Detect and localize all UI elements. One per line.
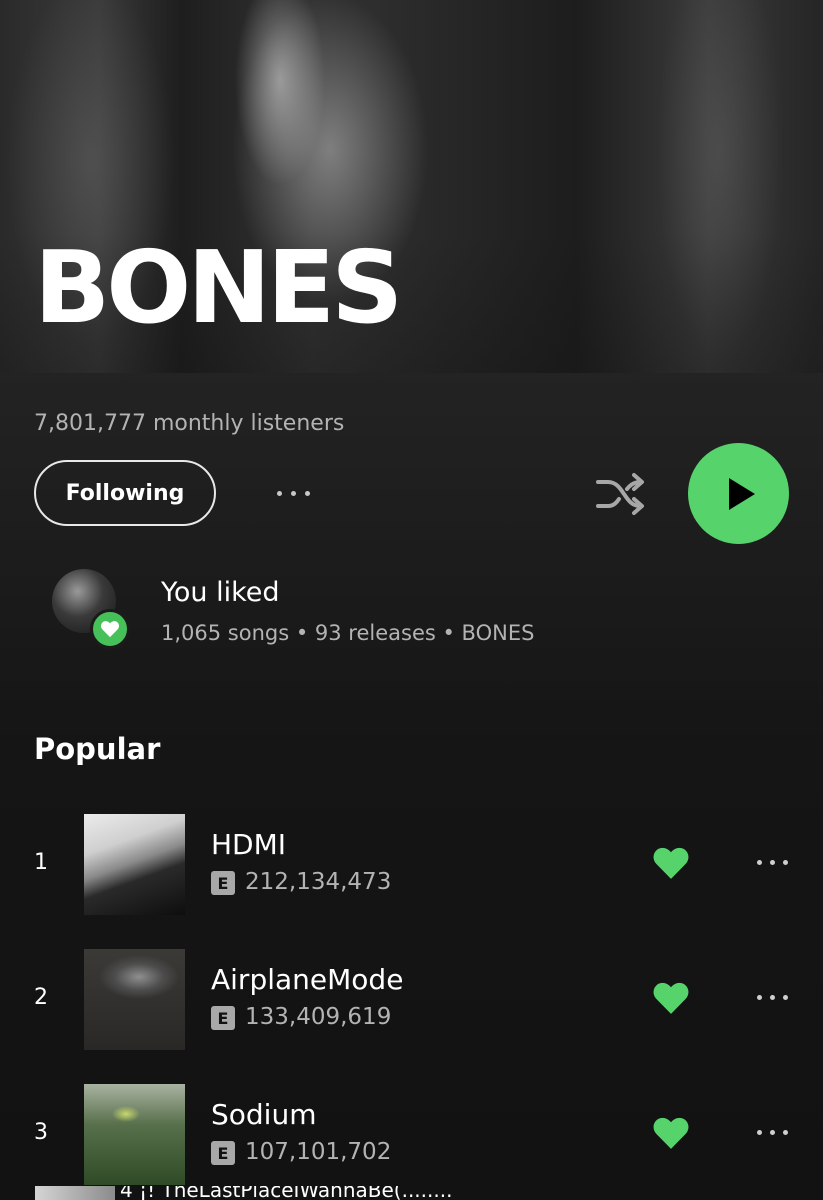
track-title: HDMI [211,828,287,861]
heart-icon[interactable] [652,845,690,881]
track-row[interactable]: 3 Sodium E 107,101,702 [0,1084,823,1185]
track-row-partial[interactable]: 4 ¡! TheLastPlaceIWannaBe(........ [0,1186,823,1200]
artist-name: BONES [34,229,403,346]
track-title: 4 ¡! TheLastPlaceIWannaBe(........ [120,1186,453,1200]
track-rank: 3 [34,1120,48,1145]
artist-header-image: BONES [0,0,823,373]
heart-icon[interactable] [652,980,690,1016]
popular-heading: Popular [34,732,161,766]
shuffle-button[interactable] [594,470,648,518]
track-cover [84,1084,185,1185]
track-more-button[interactable] [752,1122,792,1142]
liked-heart-badge [90,609,130,649]
track-more-button[interactable] [752,987,792,1007]
play-count: 212,134,473 [245,869,392,895]
track-more-button[interactable] [752,852,792,872]
more-horizontal-icon [756,1129,788,1135]
heart-icon [100,621,120,638]
track-title: AirplaneMode [211,963,404,996]
track-cover [84,949,185,1050]
track-row[interactable]: 1 HDMI E 212,134,473 [0,814,823,915]
track-rank: 2 [34,985,48,1010]
play-count: 133,409,619 [245,1004,392,1030]
shuffle-icon [596,473,644,515]
track-rank: 1 [34,850,48,875]
liked-songs-row[interactable]: You liked 1,065 songs • 93 releases • BO… [52,569,752,649]
following-button[interactable]: Following [34,460,216,526]
liked-meta: 1,065 songs • 93 releases • BONES [161,621,535,645]
heart-icon[interactable] [652,1115,690,1151]
liked-title: You liked [161,577,280,608]
track-cover [84,814,185,915]
play-button[interactable] [688,443,789,544]
explicit-badge: E [211,871,235,895]
track-cover [35,1186,115,1200]
track-title: Sodium [211,1098,317,1131]
more-horizontal-icon [276,490,310,496]
track-row[interactable]: 2 AirplaneMode E 133,409,619 [0,949,823,1050]
more-horizontal-icon [756,994,788,1000]
explicit-badge: E [211,1141,235,1165]
more-horizontal-icon [756,859,788,865]
play-count: 107,101,702 [245,1139,392,1165]
explicit-badge: E [211,1006,235,1030]
more-options-button[interactable] [268,478,318,508]
monthly-listeners: 7,801,777 monthly listeners [34,411,345,436]
play-icon [728,477,755,510]
